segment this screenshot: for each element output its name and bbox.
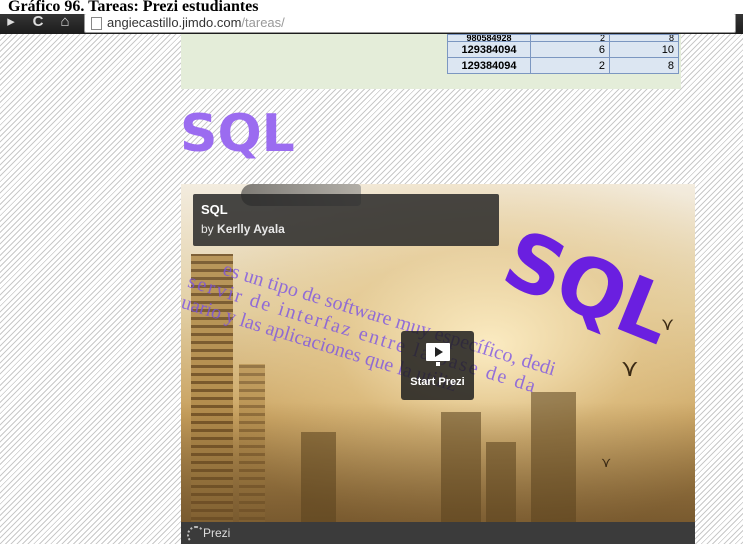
home-icon[interactable]: ⌂	[56, 13, 74, 31]
prezi-embed[interactable]: SQL es un tipo de software muy específic…	[181, 184, 695, 544]
bird-icon: ⋎	[661, 314, 675, 334]
bird-icon: ⋎	[601, 454, 612, 470]
prezi-author-line: by Kerlly Ayala	[201, 222, 285, 236]
table-row: 129384094 2 8	[447, 57, 679, 74]
back-icon[interactable]: ▸	[4, 13, 18, 31]
building-image	[441, 412, 481, 522]
table-cell: 129384094	[447, 41, 531, 58]
address-bar[interactable]: angiecastillo.jimdo.com/tareas/	[84, 13, 736, 33]
url-path: /tareas/	[241, 15, 285, 30]
table-row: 129384094 6 10	[447, 41, 679, 58]
bird-icon: ⋎	[621, 355, 639, 382]
by-label: by	[201, 222, 214, 236]
screen-stand-icon	[436, 362, 440, 366]
table-row: 980584928 2 8	[447, 34, 679, 42]
table-cell: 10	[609, 41, 679, 58]
prezi-title: SQL	[201, 202, 228, 217]
page-heading: SQL	[180, 104, 295, 164]
prezi-author: Kerlly Ayala	[217, 222, 285, 236]
play-icon	[435, 347, 443, 357]
table-cell: 980584928	[447, 34, 531, 42]
page-icon	[91, 17, 102, 30]
table-cell: 8	[609, 57, 679, 74]
document-caption: Gráfico 96. Tareas: Prezi estudiantes	[0, 0, 743, 14]
url-domain: angiecastillo.jimdo.com	[107, 15, 242, 30]
table-cell: 2	[530, 34, 610, 42]
web-page: 980584928 2 8 129384094 6 10 129384094 2…	[0, 34, 743, 544]
reload-icon[interactable]: C	[30, 13, 46, 31]
prezi-footer-label[interactable]: Prezi	[203, 522, 230, 544]
table-cell: 2	[530, 57, 610, 74]
table-cell: 129384094	[447, 57, 531, 74]
data-table: 980584928 2 8 129384094 6 10 129384094 2…	[447, 34, 679, 74]
table-cell: 8	[609, 34, 679, 42]
building-image	[301, 432, 336, 522]
building-image	[486, 442, 516, 522]
slide-heading: SQL	[491, 212, 685, 363]
prezi-footer-bar: Prezi	[181, 522, 695, 544]
prezi-title-box: SQL by Kerlly Ayala	[193, 194, 499, 246]
start-prezi-button[interactable]: Start Prezi	[401, 331, 474, 400]
start-prezi-label: Start Prezi	[410, 376, 465, 388]
table-cell: 6	[530, 41, 610, 58]
